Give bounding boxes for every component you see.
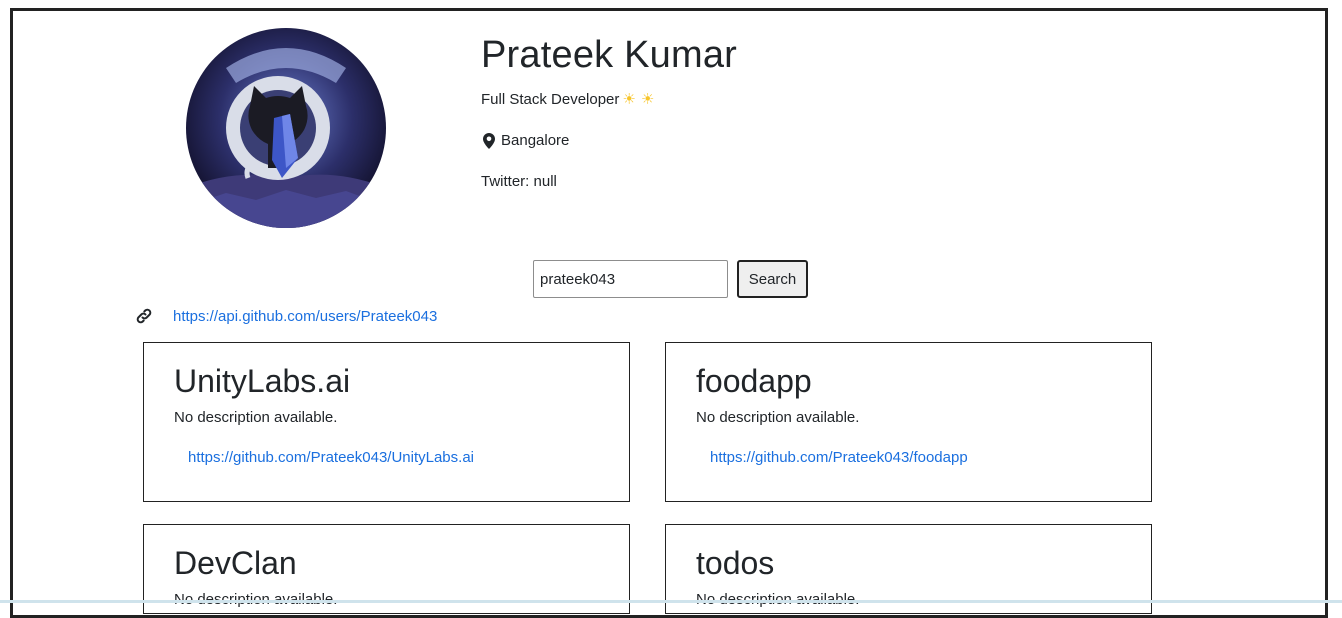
sun-icon: ☀ (622, 91, 636, 108)
profile-location-text: Bangalore (501, 132, 570, 149)
repo-description: No description available. (174, 409, 338, 426)
link-icon (136, 308, 152, 324)
sun-icon: ☀ (640, 91, 655, 108)
profile-bio: Full Stack Developer ☀ ☀ (481, 91, 654, 108)
profile-location: Bangalore (483, 132, 569, 149)
profile-name: Prateek Kumar (481, 34, 738, 76)
repo-name: UnityLabs.ai (174, 363, 351, 399)
repo-link[interactable]: https://github.com/Prateek043/foodapp (710, 449, 968, 466)
profile-twitter: Twitter: null (481, 173, 557, 190)
search-button[interactable]: Search (737, 260, 808, 298)
map-pin-icon (483, 132, 495, 149)
api-link-row: https://api.github.com/users/Prateek043 (134, 306, 437, 326)
repo-name: DevClan (174, 545, 297, 581)
profile-avatar (186, 28, 386, 228)
repo-link[interactable]: https://github.com/Prateek043/UnityLabs.… (188, 449, 474, 466)
github-octocat-avatar-icon (186, 28, 386, 228)
repo-name: todos (696, 545, 775, 581)
repo-card: foodapp No description available. https:… (665, 342, 1152, 502)
repo-card: UnityLabs.ai No description available. h… (143, 342, 630, 502)
search-input[interactable] (533, 260, 728, 298)
profile-bio-text: Full Stack Developer (481, 91, 620, 108)
api-link[interactable]: https://api.github.com/users/Prateek043 (173, 308, 437, 325)
repo-description: No description available. (696, 409, 860, 426)
repo-name: foodapp (696, 363, 812, 399)
